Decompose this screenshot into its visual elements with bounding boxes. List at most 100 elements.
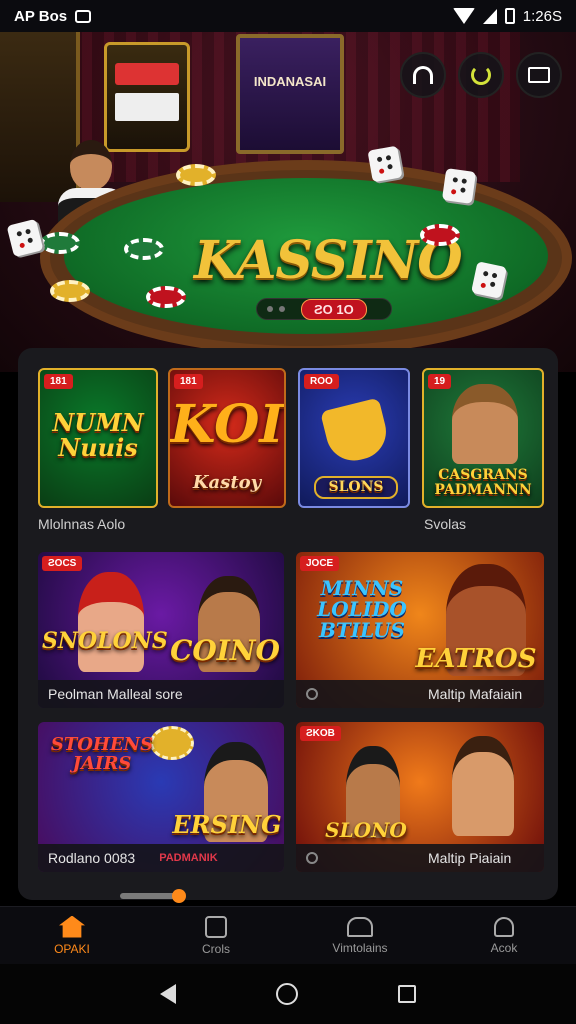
tab-label: Crols	[201, 941, 230, 956]
notification-icon	[75, 9, 92, 23]
game-caption-text: Peolman Malleal sore	[48, 686, 183, 702]
tab-account[interactable]: Acok	[432, 907, 576, 964]
game-badge: 19	[428, 374, 452, 389]
game-caption: Rodlano 0083 PADMANIK	[38, 844, 284, 872]
dealer-head	[70, 140, 112, 190]
bet-dot	[267, 306, 273, 312]
bet-dot	[279, 306, 285, 312]
back-icon[interactable]	[160, 984, 176, 1004]
carousel-indicator-dot[interactable]	[172, 889, 186, 903]
bet-value: ƧO 1O	[301, 298, 367, 320]
chip-icon	[50, 280, 90, 302]
status-bar: AP Bos 1:26S	[0, 0, 576, 32]
screen-icon	[528, 67, 550, 83]
golden-helmet-image	[320, 397, 392, 467]
headset-icon	[413, 66, 433, 84]
explorer-image	[452, 384, 518, 464]
game-badge: ƧOCS	[42, 556, 83, 571]
game-badge: ƧKOB	[300, 726, 341, 741]
section-label: Mlolnnas Aolo	[38, 516, 126, 532]
game-subtitle: Kastoy	[192, 472, 262, 493]
game-title: SNOLONS	[42, 628, 168, 654]
game-caption-text: Maltip Piaiain	[428, 850, 512, 866]
slot-machine-image	[104, 42, 190, 152]
tab-home[interactable]: OPAKI	[0, 907, 144, 964]
bell-icon	[494, 916, 514, 937]
character-image	[78, 572, 144, 672]
gift-icon	[347, 916, 373, 937]
game-caption: Peolman Malleal sore	[38, 680, 284, 708]
dice-icon	[441, 168, 477, 204]
fullscreen-button[interactable]	[516, 52, 562, 98]
character-image	[452, 736, 514, 836]
game-badge: JOCE	[300, 556, 340, 571]
wall-banner: INDANASAI	[236, 34, 344, 154]
section-label: Svolas	[424, 516, 467, 532]
game-title: KOI	[170, 394, 284, 455]
game-caption-text: Rodlano 0083	[48, 850, 136, 866]
game-badge: 181	[44, 374, 73, 389]
game-badge: ROO	[304, 374, 339, 389]
game-tile[interactable]: ƧKOB SLONO Maltip Piaiain	[296, 722, 544, 872]
tab-label: OPAKI	[54, 941, 90, 956]
chip-icon	[40, 232, 80, 254]
game-caption-text: Maltip Mafaiain	[428, 686, 523, 702]
play-icon	[306, 852, 318, 864]
carousel-indicator	[120, 893, 180, 899]
game-caption: Maltip Mafaiain	[296, 680, 544, 708]
slot-reels	[115, 93, 179, 121]
game-caption: Maltip Piaiain	[296, 844, 544, 872]
chip-icon	[176, 164, 216, 186]
game-tile[interactable]: 181 KOI Kastoy	[168, 368, 286, 508]
system-nav-bar	[0, 964, 576, 1024]
signal-icon	[482, 8, 497, 24]
hero-banner[interactable]: INDANASAI KASSINO ƧO 1O	[0, 32, 576, 372]
wifi-icon	[452, 8, 475, 24]
status-right: 1:26S	[452, 7, 562, 25]
bottom-tab-bar: OPAKI Crols Vimtolains Acok	[0, 906, 576, 964]
game-tile[interactable]: 19 CASGRANS PADMANNN	[422, 368, 544, 508]
poker-table: KASSINO ƧO 1O	[40, 160, 572, 356]
game-tile[interactable]: STOHENS JAIRS ERSING Rodlano 0083 PADMAN…	[38, 722, 284, 872]
chip-icon	[146, 286, 186, 308]
status-app-label: AP Bos	[14, 7, 68, 25]
game-title: MINNS LOLIDO BTILUS	[317, 576, 407, 642]
game-tag: PADMANIK	[159, 852, 218, 864]
game-tile[interactable]: 181 NUMN Nuuis	[38, 368, 158, 508]
home-icon	[59, 915, 85, 938]
tab-label: Acok	[490, 940, 518, 955]
game-title: SLONS	[314, 476, 398, 499]
status-left: AP Bos	[14, 7, 92, 25]
game-tile[interactable]: JOCE MINNS LOLIDO BTILUS EATROS Maltip M…	[296, 552, 544, 708]
recent-apps-icon[interactable]	[398, 985, 416, 1003]
tab-crols[interactable]: Crols	[144, 907, 288, 964]
game-title: SLONO	[325, 818, 407, 842]
dice-icon	[6, 218, 44, 258]
refresh-icon	[471, 65, 491, 85]
game-title: NUMN Nuuis	[52, 408, 144, 463]
game-tile[interactable]: ƧOCS SNOLONS COINO Peolman Malleal sore	[38, 552, 284, 708]
game-title: STOHENS JAIRS	[50, 734, 154, 774]
status-time: 1:26S	[522, 7, 562, 25]
game-subtitle: ERSING	[172, 810, 282, 839]
game-badge: 181	[174, 374, 203, 389]
game-subtitle: EATROS	[415, 644, 537, 674]
games-panel: 181 NUMN Nuuis 181 KOI Kastoy ROO SLONS …	[18, 348, 558, 900]
game-title: CASGRANS PADMANNN	[434, 467, 532, 498]
support-button[interactable]	[400, 52, 446, 98]
dice-icon	[367, 145, 403, 183]
tab-label: Vimtolains	[332, 940, 388, 955]
tab-vimtolains[interactable]: Vimtolains	[288, 907, 432, 964]
box-icon	[205, 915, 227, 938]
play-icon	[306, 688, 318, 700]
game-tile[interactable]: ROO SLONS	[298, 368, 410, 508]
refresh-button[interactable]	[458, 52, 504, 98]
home-circle-icon[interactable]	[276, 983, 298, 1005]
wall-banner-text: INDANASAI	[253, 74, 327, 89]
battery-icon	[504, 8, 515, 24]
chip-icon	[420, 224, 460, 246]
bet-display: ƧO 1O	[256, 298, 392, 320]
chip-icon	[124, 238, 164, 260]
game-subtitle: COINO	[170, 634, 280, 667]
slot-screen	[115, 63, 179, 85]
